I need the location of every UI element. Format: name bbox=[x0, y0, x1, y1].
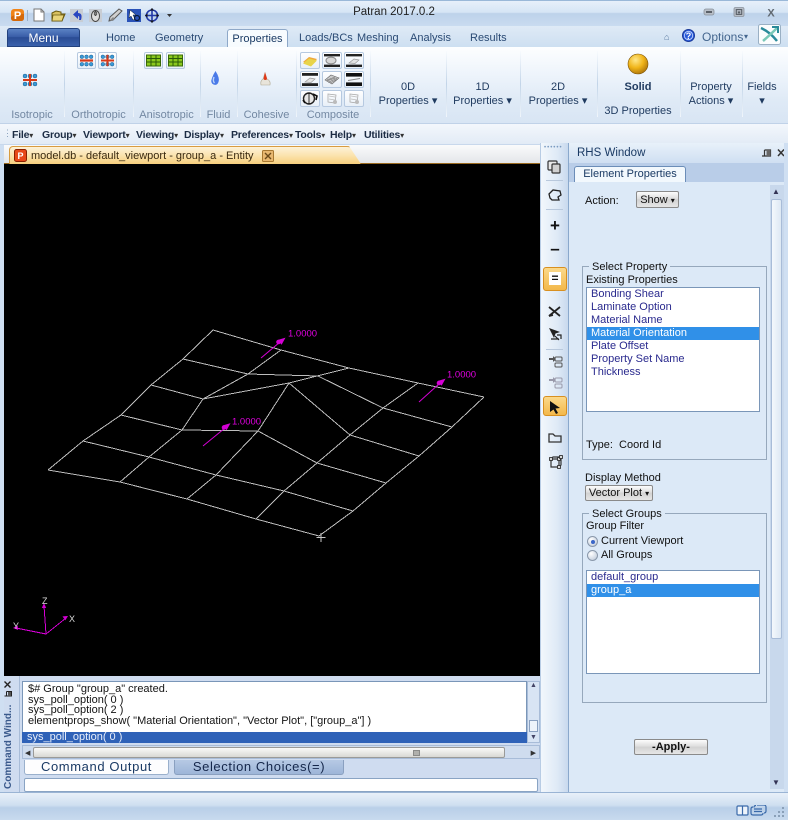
svg-text:X: X bbox=[69, 614, 75, 624]
svg-text:?: ? bbox=[686, 31, 692, 41]
svg-text:1.0000: 1.0000 bbox=[447, 370, 476, 381]
svg-text:Z: Z bbox=[42, 596, 48, 606]
svg-text:Y: Y bbox=[13, 621, 19, 631]
svg-text:1.0000: 1.0000 bbox=[288, 329, 317, 340]
svg-text:P: P bbox=[17, 151, 23, 161]
svg-text:1.0000: 1.0000 bbox=[232, 417, 261, 428]
svg-text:X: X bbox=[767, 8, 775, 20]
